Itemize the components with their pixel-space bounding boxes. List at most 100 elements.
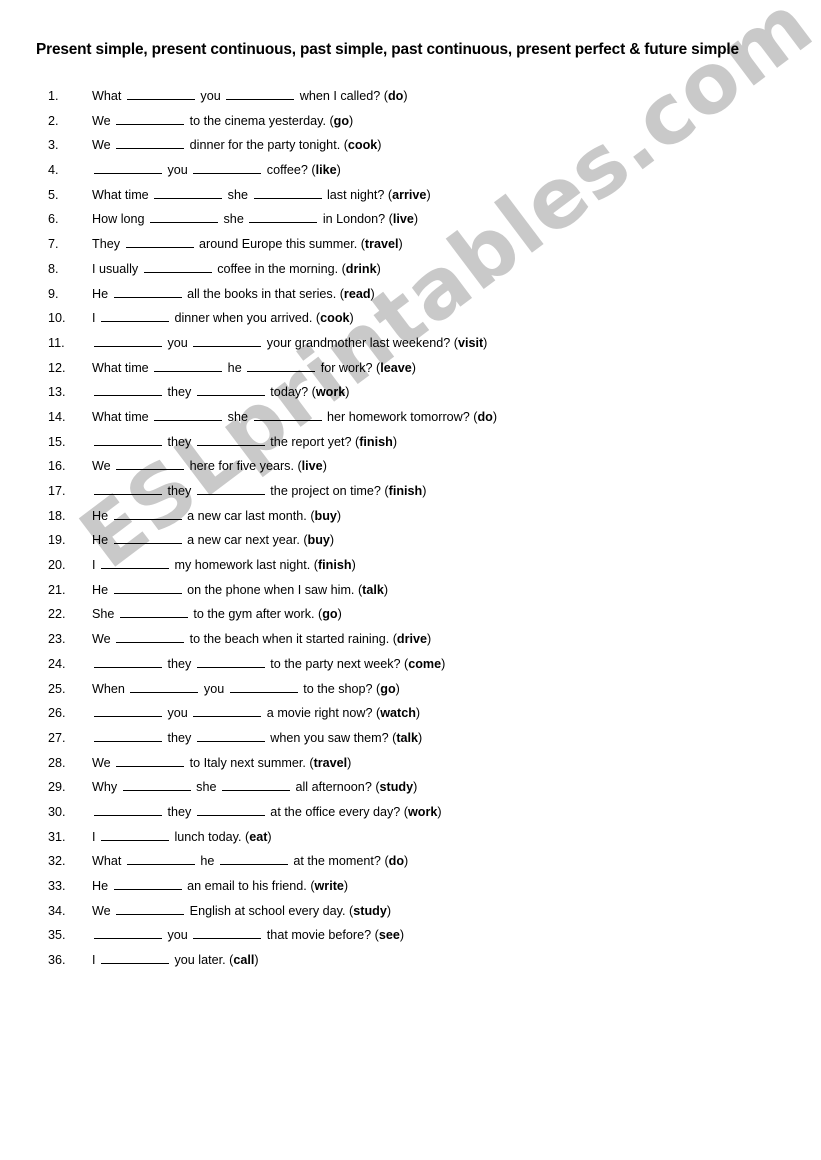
answer-blank[interactable] — [126, 853, 195, 866]
answer-blank[interactable] — [126, 88, 195, 100]
verb-hint-close-paren: ) — [404, 854, 409, 869]
answer-blank[interactable] — [154, 360, 223, 372]
answer-blank[interactable] — [247, 360, 316, 372]
verb-hint-close-paren: ) — [386, 903, 392, 918]
answer-blank[interactable] — [94, 384, 162, 397]
exercise-row: 29. Why she all afternoon? (study) — [0, 775, 821, 800]
answer-blank[interactable] — [94, 705, 162, 718]
sentence-prefix: We — [92, 632, 115, 647]
answer-blank[interactable] — [130, 681, 199, 693]
verb-hint: write — [314, 879, 344, 893]
answer-blank[interactable] — [101, 557, 169, 570]
exercise-sentence: We dinner for the party tonight. (cook) — [92, 133, 382, 158]
answer-blank[interactable] — [196, 384, 265, 397]
answer-blank[interactable] — [219, 853, 288, 866]
answer-blank[interactable] — [101, 310, 169, 323]
answer-blank[interactable] — [116, 113, 185, 125]
answer-blank[interactable] — [193, 705, 262, 718]
answer-blank[interactable] — [113, 286, 182, 298]
verb-hint: study — [353, 903, 387, 918]
exercise-sentence: they the report yet? (finish) — [92, 430, 397, 455]
exercise-row: 12. What time he for work? (leave) — [0, 356, 821, 381]
verb-hint: do — [388, 854, 405, 869]
answer-blank[interactable] — [94, 656, 162, 668]
exercise-sentence: How long she in London? (live) — [92, 207, 418, 232]
answer-blank[interactable] — [101, 952, 169, 965]
exercise-number: 10. — [48, 311, 66, 326]
answer-blank[interactable] — [94, 730, 162, 742]
exercise-row: 19. He a new car next year. (buy) — [0, 528, 821, 553]
answer-blank[interactable] — [249, 211, 318, 224]
answer-blank[interactable] — [226, 88, 295, 100]
exercise-sentence: We to Italy next summer. (travel) — [92, 751, 351, 776]
answer-blank[interactable] — [253, 187, 322, 199]
exercise-row: 10. I dinner when you arrived. (cook) — [0, 306, 821, 331]
verb-hint: live — [301, 459, 323, 474]
sentence-prefix: They — [92, 237, 124, 252]
verb-hint-close-paren: ) — [413, 780, 418, 795]
answer-blank[interactable] — [196, 656, 265, 668]
answer-blank[interactable] — [94, 162, 162, 175]
verb-hint: go — [380, 681, 396, 696]
answer-blank[interactable] — [116, 631, 185, 644]
exercise-number: 24. — [48, 656, 66, 671]
verb-hint-close-paren: ) — [383, 582, 389, 597]
exercise-number: 26. — [48, 706, 66, 721]
answer-blank[interactable] — [119, 606, 188, 619]
sentence-subject: you — [196, 89, 225, 103]
answer-blank[interactable] — [101, 829, 169, 841]
answer-blank[interactable] — [150, 211, 219, 224]
answer-blank[interactable] — [116, 137, 185, 150]
answer-blank[interactable] — [94, 335, 162, 347]
sentence-suffix: on the phone when I saw him. — [183, 582, 358, 597]
answer-blank[interactable] — [94, 804, 162, 816]
answer-blank[interactable] — [196, 730, 265, 742]
answer-blank[interactable] — [229, 681, 298, 693]
sentence-suffix: coffee? — [263, 163, 312, 178]
exercise-sentence: He a new car next year. (buy) — [92, 528, 334, 553]
answer-blank[interactable] — [113, 532, 182, 545]
exercise-row: 16. We here for five years. (live) — [0, 454, 821, 479]
sentence-subject: they — [164, 730, 195, 745]
answer-blank[interactable] — [222, 779, 290, 792]
answer-blank[interactable] — [196, 434, 265, 446]
answer-blank[interactable] — [143, 261, 212, 273]
answer-blank[interactable] — [94, 927, 162, 940]
verb-hint: travel — [313, 755, 348, 770]
sentence-suffix: to the beach when it started raining. — [186, 632, 393, 647]
answer-blank[interactable] — [193, 927, 262, 940]
answer-blank[interactable] — [116, 755, 185, 767]
sentence-suffix: today? — [266, 385, 312, 400]
exercise-sentence: What time she last night? (arrive) — [92, 183, 431, 208]
answer-blank[interactable] — [113, 878, 182, 890]
sentence-prefix: He — [92, 508, 112, 523]
answer-blank[interactable] — [196, 483, 265, 495]
exercise-row: 11. you your grandmother last weekend? (… — [0, 331, 821, 356]
answer-blank[interactable] — [113, 508, 182, 520]
answer-blank[interactable] — [122, 779, 191, 792]
answer-blank[interactable] — [94, 483, 162, 495]
answer-blank[interactable] — [154, 187, 223, 199]
answer-blank[interactable] — [116, 458, 185, 471]
sentence-prefix: He — [92, 286, 112, 301]
answer-blank[interactable] — [193, 335, 262, 347]
answer-blank[interactable] — [253, 409, 322, 421]
answer-blank[interactable] — [196, 804, 265, 816]
worksheet-page: ESLprintables.com Present simple, presen… — [0, 0, 821, 1160]
sentence-suffix: for work? — [317, 360, 376, 375]
answer-blank[interactable] — [94, 434, 162, 446]
answer-blank[interactable] — [125, 236, 194, 249]
exercise-sentence: We to the cinema yesterday. (go) — [92, 109, 353, 134]
answer-blank[interactable] — [193, 162, 262, 175]
exercise-number: 36. — [48, 953, 66, 968]
answer-blank[interactable] — [116, 903, 185, 915]
answer-blank[interactable] — [113, 582, 182, 594]
exercise-row: 8. I usually coffee in the morning. (drin… — [0, 257, 821, 282]
exercise-number: 25. — [48, 681, 66, 696]
exercise-number: 34. — [48, 903, 66, 918]
sentence-suffix: the project on time? — [266, 484, 385, 498]
verb-hint-close-paren: ) — [427, 632, 432, 647]
exercise-row: 17. they the project on time? (finish) — [0, 479, 821, 504]
verb-hint: work — [315, 385, 346, 400]
answer-blank[interactable] — [154, 409, 223, 421]
